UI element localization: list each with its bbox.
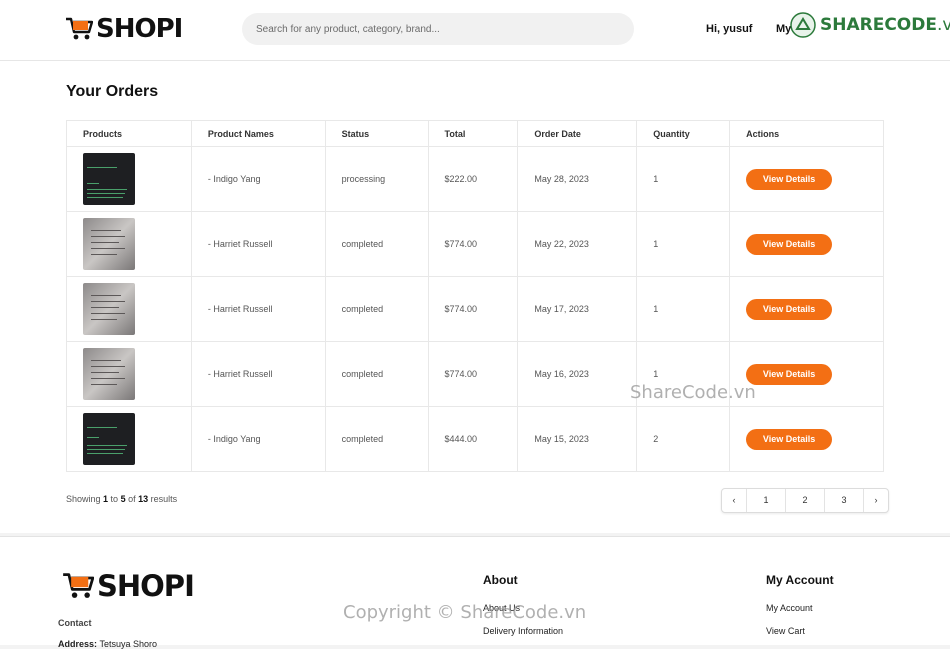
results-summary: Showing 1 to 5 of 13 results <box>66 494 178 504</box>
product-thumbnail[interactable] <box>83 283 135 335</box>
my-account-heading: My Account <box>766 573 834 587</box>
logo-text: SHOPI <box>96 14 183 44</box>
site-footer: SHOPI Contact Address: Tetsuya Shoro Abo… <box>0 536 950 649</box>
footer-logo[interactable]: SHOPI <box>62 569 195 603</box>
order-quantity: 1 <box>636 211 731 277</box>
view-details-button[interactable]: View Details <box>746 168 833 190</box>
orders-section: Your Orders Products Product Names Statu… <box>0 61 950 533</box>
table-row: - Harriet Russell completed $774.00 May … <box>66 276 884 342</box>
watermark-center: ShareCode.vn <box>630 382 756 403</box>
order-date: May 16, 2023 <box>517 341 638 407</box>
search-input[interactable] <box>242 13 634 45</box>
order-total: $222.00 <box>427 146 519 212</box>
order-date: May 15, 2023 <box>517 406 638 472</box>
my-account-link[interactable]: My <box>776 23 791 35</box>
footer-logo-text: SHOPI <box>97 569 195 603</box>
my-account-link[interactable]: My Account <box>766 603 813 613</box>
contact-label: Contact <box>58 618 92 628</box>
delivery-information-link[interactable]: Delivery Information <box>483 626 563 636</box>
product-thumbnail[interactable] <box>83 153 135 205</box>
page-button-1[interactable]: 1 <box>746 489 785 512</box>
order-total: $774.00 <box>427 276 519 342</box>
address-line: Address: Tetsuya Shoro <box>58 639 158 649</box>
order-quantity: 1 <box>636 146 731 212</box>
page-button-2[interactable]: 2 <box>785 489 824 512</box>
next-page-icon[interactable]: › <box>863 489 888 512</box>
product-thumbnail[interactable] <box>83 218 135 270</box>
table-header-row: Products Product Names Status Total Orde… <box>66 120 884 147</box>
product-name: - Harriet Russell <box>190 211 326 277</box>
watermark-bottom: Copyright © ShareCode.vn <box>343 602 587 623</box>
column-header-quantity: Quantity <box>636 120 731 147</box>
sharecode-brand: SHARECODE <box>820 15 937 35</box>
order-status: completed <box>324 341 429 407</box>
order-status: completed <box>324 406 429 472</box>
column-header-products: Products <box>66 120 192 147</box>
view-details-button[interactable]: View Details <box>746 233 833 255</box>
order-status: completed <box>324 276 429 342</box>
view-details-button[interactable]: View Details <box>746 428 833 450</box>
order-quantity: 2 <box>636 406 731 472</box>
view-cart-link[interactable]: View Cart <box>766 626 805 636</box>
view-details-button[interactable]: View Details <box>746 363 833 385</box>
product-name: - Harriet Russell <box>190 341 326 407</box>
page-button-3[interactable]: 3 <box>824 489 863 512</box>
order-total: $774.00 <box>427 211 519 277</box>
prev-page-icon[interactable]: ‹ <box>722 489 746 512</box>
cart-logo-icon <box>66 17 93 40</box>
sharecode-badge-icon <box>790 12 816 38</box>
product-name: - Indigo Yang <box>190 406 326 472</box>
order-quantity: 1 <box>636 276 731 342</box>
order-total: $774.00 <box>427 341 519 407</box>
shopi-logo[interactable]: SHOPI <box>65 14 183 44</box>
product-name: - Indigo Yang <box>190 146 326 212</box>
page-title: Your Orders <box>66 83 159 100</box>
pagination: ‹ 1 2 3 › <box>721 488 889 513</box>
site-header: SHOPI Hi, yusuf My SHARECODE.vn <box>0 0 950 61</box>
column-header-status: Status <box>324 120 429 147</box>
about-heading: About <box>483 573 518 587</box>
order-date: May 28, 2023 <box>517 146 638 212</box>
user-greeting[interactable]: Hi, yusuf <box>706 23 752 35</box>
order-date: May 22, 2023 <box>517 211 638 277</box>
sharecode-logo: SHARECODE.vn <box>790 12 950 38</box>
table-row: - Indigo Yang processing $222.00 May 28,… <box>66 146 884 212</box>
column-header-total: Total <box>427 120 519 147</box>
product-thumbnail[interactable] <box>83 413 135 465</box>
order-date: May 17, 2023 <box>517 276 638 342</box>
product-thumbnail[interactable] <box>83 348 135 400</box>
sharecode-suffix: .vn <box>936 15 950 35</box>
table-row: - Harriet Russell completed $774.00 May … <box>66 211 884 277</box>
column-header-product-names: Product Names <box>190 120 326 147</box>
view-details-button[interactable]: View Details <box>746 298 833 320</box>
order-status: completed <box>324 211 429 277</box>
order-total: $444.00 <box>427 406 519 472</box>
order-status: processing <box>324 146 429 212</box>
table-row: - Indigo Yang completed $444.00 May 15, … <box>66 406 884 472</box>
cart-logo-icon <box>63 573 94 598</box>
table-row: - Harriet Russell completed $774.00 May … <box>66 341 884 407</box>
column-header-actions: Actions <box>729 120 884 147</box>
product-name: - Harriet Russell <box>190 276 326 342</box>
column-header-order-date: Order Date <box>517 120 638 147</box>
orders-table: Products Product Names Status Total Orde… <box>66 120 884 472</box>
